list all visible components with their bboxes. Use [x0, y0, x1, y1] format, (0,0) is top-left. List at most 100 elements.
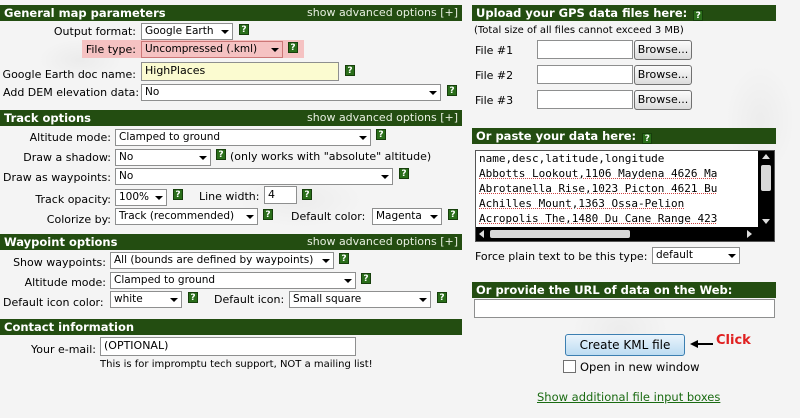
chevron-down-icon: [322, 259, 330, 263]
new-window-label: Open in new window: [580, 360, 700, 374]
waypoint-advanced-link[interactable]: show advanced options [+]: [307, 234, 458, 250]
track-header: Track options show advanced options [+]: [0, 110, 462, 126]
email-input[interactable]: (OPTIONAL): [100, 337, 356, 356]
file-type-select[interactable]: Uncompressed (.kml): [141, 41, 283, 58]
help-icon[interactable]: ?: [239, 24, 249, 35]
show-waypoints-label: Show waypoints:: [13, 256, 106, 269]
arrow-left-icon: [690, 340, 713, 348]
track-advanced-link[interactable]: show advanced options [+]: [307, 110, 458, 126]
upload-header: Upload your GPS data files here: ?: [472, 5, 776, 21]
help-icon[interactable]: ?: [345, 65, 355, 76]
help-icon[interactable]: ?: [642, 133, 653, 144]
chevron-down-icon: [199, 156, 207, 160]
chevron-down-icon: [155, 196, 163, 200]
line-width-label: Line width:: [199, 190, 260, 203]
icon-color-value: white: [114, 293, 143, 305]
help-icon[interactable]: ?: [448, 209, 458, 220]
scroll-down-icon[interactable]: [762, 219, 770, 224]
paste-line: Acropolis The,1480 Du Cane Range 423: [479, 212, 718, 225]
paste-textarea[interactable]: name,desc,latitude,longitude Abbotts Loo…: [475, 150, 775, 242]
force-type-label: Force plain text to be this type:: [475, 250, 648, 263]
vertical-scrollbar[interactable]: [758, 151, 774, 229]
browse-button[interactable]: Browse...: [634, 65, 692, 85]
scroll-left-icon[interactable]: [479, 230, 484, 238]
waypoint-altitude-value: Clamped to ground: [114, 274, 216, 286]
paste-header: Or paste your data here: ?: [472, 128, 776, 144]
draw-waypoints-select[interactable]: No: [115, 168, 393, 185]
help-icon[interactable]: ?: [437, 292, 447, 303]
general-advanced-link[interactable]: show advanced options [+]: [307, 5, 458, 21]
show-waypoints-select[interactable]: All (bounds are defined by waypoints): [110, 252, 334, 269]
default-color-value: Magenta: [376, 210, 422, 222]
help-icon[interactable]: ?: [302, 189, 312, 200]
waypoint-altitude-select[interactable]: Clamped to ground: [110, 272, 356, 289]
colorize-value: Track (recommended): [119, 210, 235, 222]
horizontal-scrollbar[interactable]: [476, 227, 774, 241]
general-title: General map parameters: [4, 6, 166, 20]
new-window-checkbox[interactable]: [563, 360, 576, 373]
file-3-input[interactable]: [537, 90, 633, 109]
file-type-label: File type:: [85, 43, 136, 56]
chevron-down-icon: [419, 298, 427, 302]
opacity-label: Track opacity:: [35, 193, 111, 206]
help-icon[interactable]: ?: [361, 273, 371, 284]
dem-value: No: [145, 86, 160, 98]
doc-name-label: Google Earth doc name:: [2, 68, 136, 81]
scroll-thumb[interactable]: [490, 230, 630, 238]
additional-inputs-link[interactable]: Show additional file input boxes: [537, 390, 720, 404]
help-icon[interactable]: ?: [399, 168, 409, 179]
chevron-down-icon: [344, 279, 352, 283]
opacity-select[interactable]: 100%: [115, 189, 167, 206]
scroll-thumb[interactable]: [761, 165, 771, 191]
output-format-select[interactable]: Google Earth: [141, 23, 233, 40]
shadow-label: Draw a shadow:: [23, 151, 111, 164]
help-icon[interactable]: ?: [339, 253, 349, 264]
doc-name-input[interactable]: HighPlaces: [141, 62, 339, 81]
force-type-select[interactable]: default: [652, 247, 740, 264]
help-icon[interactable]: ?: [376, 129, 386, 140]
waypoint-altitude-label: Altitude mode:: [24, 276, 106, 289]
scroll-right-icon[interactable]: [747, 230, 752, 238]
default-icon-select[interactable]: Small square: [289, 291, 431, 308]
browse-button[interactable]: Browse...: [634, 40, 692, 60]
contact-header: Contact information: [0, 319, 462, 335]
chevron-down-icon: [381, 175, 389, 179]
url-input[interactable]: [474, 299, 775, 318]
show-waypoints-value: All (bounds are defined by waypoints): [114, 254, 314, 266]
browse-button[interactable]: Browse...: [634, 90, 692, 110]
paste-line: Abrotanella Rise,1023 Picton 4621 Bu: [479, 182, 718, 195]
url-header: Or provide the URL of data on the Web:: [472, 282, 776, 298]
help-icon[interactable]: ?: [173, 189, 183, 200]
file-2-input[interactable]: [537, 65, 633, 84]
draw-waypoints-value: No: [119, 170, 134, 182]
force-type-value: default: [656, 249, 693, 261]
file-2-label: File #2: [475, 69, 514, 82]
output-format-label: Output format:: [53, 25, 136, 38]
help-icon[interactable]: ?: [693, 10, 704, 21]
shadow-select[interactable]: No: [115, 149, 211, 166]
icon-color-select[interactable]: white: [110, 291, 182, 308]
create-kml-button[interactable]: Create KML file: [565, 334, 685, 356]
default-color-select[interactable]: Magenta: [372, 208, 442, 225]
line-width-input[interactable]: 4: [264, 186, 297, 204]
help-icon[interactable]: ?: [447, 85, 457, 96]
email-note: This is for impromptu tech support, NOT …: [100, 359, 373, 370]
waypoint-header: Waypoint options show advanced options […: [0, 234, 462, 250]
chevron-down-icon: [728, 254, 736, 258]
scroll-up-icon[interactable]: [762, 154, 770, 159]
help-icon[interactable]: ?: [263, 209, 273, 220]
track-altitude-value: Clamped to ground: [119, 131, 221, 143]
file-1-input[interactable]: [537, 40, 633, 59]
track-title: Track options: [4, 111, 91, 125]
dem-select[interactable]: No: [141, 84, 441, 101]
help-icon[interactable]: ?: [216, 149, 226, 160]
help-icon[interactable]: ?: [288, 42, 298, 53]
url-title: Or provide the URL of data on the Web:: [476, 283, 733, 297]
chevron-down-icon: [359, 136, 367, 140]
track-altitude-select[interactable]: Clamped to ground: [115, 129, 371, 146]
help-icon[interactable]: ?: [188, 292, 198, 303]
paste-line: Abbotts Lookout,1106 Maydena 4626 Ma: [479, 167, 718, 180]
colorize-select[interactable]: Track (recommended): [115, 208, 258, 225]
chevron-down-icon: [271, 48, 279, 52]
icon-color-label: Default icon color:: [3, 296, 104, 309]
